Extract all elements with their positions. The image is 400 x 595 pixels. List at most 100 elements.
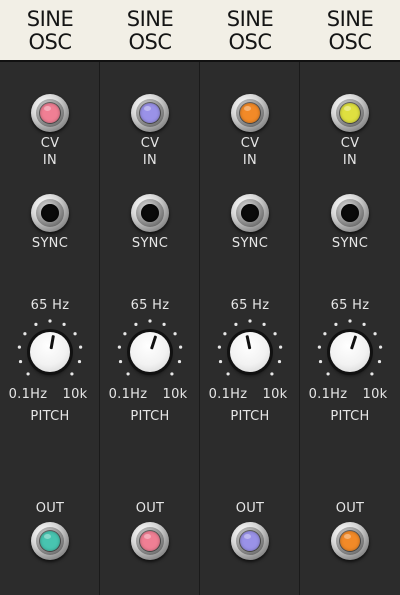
module-title-line2: OSC xyxy=(228,30,272,54)
sync-jack[interactable] xyxy=(231,194,269,232)
pitch-knob[interactable] xyxy=(15,317,85,387)
in-label: IN xyxy=(242,153,258,168)
scale-dot xyxy=(279,345,283,349)
scale-dot xyxy=(117,345,121,349)
sync-jack[interactable] xyxy=(131,194,169,232)
scale-dot xyxy=(334,322,338,326)
scale-dot xyxy=(18,359,23,364)
module-title-line2: OSC xyxy=(328,30,372,54)
scale-dot xyxy=(377,359,382,364)
sync-label: SYNC xyxy=(131,236,169,251)
frequency-readout: 65 Hz xyxy=(330,298,370,313)
scale-dot xyxy=(162,322,166,326)
scale-dot xyxy=(326,372,330,376)
cv-in-jack[interactable] xyxy=(31,94,69,132)
knob-icon[interactable] xyxy=(30,332,70,372)
sine-osc-module: SINE OSC CV IN SYNC 65 Hz 0.1Hz 10k PITC… xyxy=(300,0,400,595)
scale-dot xyxy=(123,332,127,336)
sync-label: SYNC xyxy=(31,236,69,251)
scale-dot xyxy=(262,322,266,326)
pitch-label: PITCH xyxy=(230,409,270,424)
cv-in-jack[interactable] xyxy=(231,94,269,132)
cv-label: CV xyxy=(140,136,160,151)
frequency-readout: 65 Hz xyxy=(230,298,270,313)
module-rack: SINE OSC CV IN SYNC 65 Hz 0.1Hz 10k PITC… xyxy=(0,0,400,595)
jack-hole xyxy=(341,204,359,222)
knob-pointer xyxy=(49,334,55,350)
out-jack[interactable] xyxy=(331,522,369,560)
out-led xyxy=(240,531,260,551)
scale-dot xyxy=(234,322,238,326)
pitch-label: PITCH xyxy=(130,409,170,424)
sync-jack[interactable] xyxy=(31,194,69,232)
scale-dot xyxy=(26,372,30,376)
module-title-line2: OSC xyxy=(28,30,72,54)
jack-hole xyxy=(141,204,159,222)
knob-pointer xyxy=(149,335,157,350)
scale-dot xyxy=(48,319,52,323)
frequency-readout: 65 Hz xyxy=(30,298,70,313)
scale-dot xyxy=(148,319,152,323)
scale-dot xyxy=(118,359,123,364)
cv-in-jack[interactable] xyxy=(131,94,169,132)
scale-dot xyxy=(218,359,223,364)
cv-led xyxy=(240,103,260,123)
in-label: IN xyxy=(342,153,358,168)
module-title-line2: OSC xyxy=(128,30,172,54)
sine-osc-module: SINE OSC CV IN SYNC 65 Hz 0.1Hz 10k PITC… xyxy=(200,0,300,595)
cv-led xyxy=(40,103,60,123)
sync-label: SYNC xyxy=(331,236,369,251)
out-led xyxy=(340,531,360,551)
sync-jack[interactable] xyxy=(331,194,369,232)
scale-dot xyxy=(77,359,82,364)
sine-osc-module: SINE OSC CV IN SYNC 65 Hz 0.1Hz 10k PITC… xyxy=(100,0,200,595)
cv-in-jack[interactable] xyxy=(331,94,369,132)
scale-dot xyxy=(223,332,227,336)
out-label: OUT xyxy=(135,501,165,516)
out-label: OUT xyxy=(335,501,365,516)
pitch-knob[interactable] xyxy=(315,317,385,387)
scale-dot xyxy=(317,345,321,349)
knob-pointer xyxy=(244,335,251,350)
pitch-label: PITCH xyxy=(330,409,370,424)
out-jack[interactable] xyxy=(131,522,169,560)
scale-dot xyxy=(79,345,83,349)
out-jack[interactable] xyxy=(31,522,69,560)
scale-dot xyxy=(348,319,352,323)
pitch-knob[interactable] xyxy=(115,317,185,387)
out-jack[interactable] xyxy=(231,522,269,560)
scale-dot xyxy=(73,332,77,336)
in-label: IN xyxy=(42,153,58,168)
scale-dot xyxy=(17,345,21,349)
scale-dot xyxy=(70,372,74,376)
module-title-line1: SINE xyxy=(26,7,74,31)
out-led xyxy=(140,531,160,551)
module-title-line1: SINE xyxy=(226,7,274,31)
scale-dot xyxy=(173,332,177,336)
cv-label: CV xyxy=(240,136,260,151)
scale-dot xyxy=(179,345,183,349)
scale-dot xyxy=(23,332,27,336)
scale-dot xyxy=(323,332,327,336)
jack-hole xyxy=(41,204,59,222)
pitch-knob[interactable] xyxy=(215,317,285,387)
cv-led xyxy=(140,103,160,123)
scale-dot xyxy=(379,345,383,349)
out-label: OUT xyxy=(35,501,65,516)
module-header: SINE OSC xyxy=(200,0,300,62)
scale-dot xyxy=(226,372,230,376)
knob-icon[interactable] xyxy=(130,332,170,372)
knob-icon[interactable] xyxy=(330,332,370,372)
scale-dot xyxy=(217,345,221,349)
scale-dot xyxy=(370,372,374,376)
out-led xyxy=(40,531,60,551)
scale-dot xyxy=(177,359,182,364)
module-title-line1: SINE xyxy=(326,7,374,31)
jack-hole xyxy=(241,204,259,222)
module-header: SINE OSC xyxy=(100,0,200,62)
cv-label: CV xyxy=(340,136,360,151)
range-max-label: 10k xyxy=(362,387,388,402)
knob-icon[interactable] xyxy=(230,332,270,372)
scale-dot xyxy=(62,322,66,326)
sine-osc-module: SINE OSC CV IN SYNC 65 Hz 0.1Hz 10k PITC… xyxy=(0,0,100,595)
